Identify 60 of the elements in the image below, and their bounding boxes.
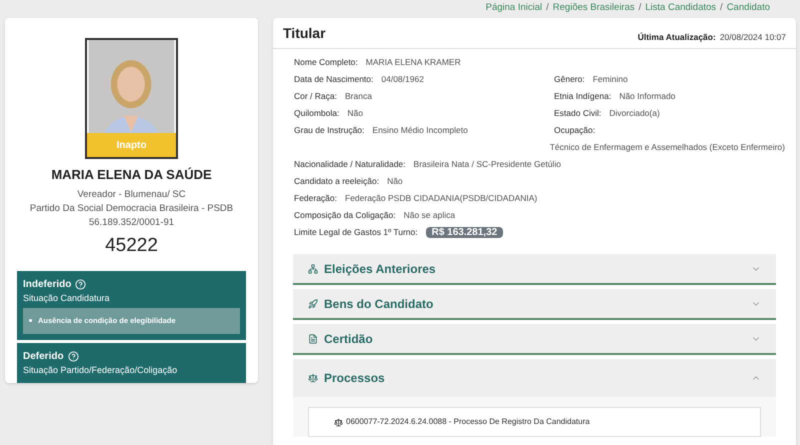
breadcrumb-separator: / <box>546 0 549 15</box>
accordion-header[interactable]: Processos <box>293 359 776 397</box>
field-value: Divorciado(a) <box>609 108 660 119</box>
field-label: Etnia Indígena: <box>554 91 612 102</box>
field-label: Federação: <box>294 193 337 204</box>
amount-badge: R$ 163.281,32 <box>426 227 504 238</box>
field-label: Quilombola: <box>294 108 340 119</box>
candidate-cnpj: 56.189.352/0001-91 <box>88 216 174 230</box>
field-label: Cor / Raça: <box>294 91 337 102</box>
field-value: Não se aplica <box>404 210 456 221</box>
section-icon <box>308 298 318 308</box>
field-label: Limite Legal de Gastos 1º Turno: <box>294 227 418 238</box>
field-label: Data de Nascimento: <box>294 74 374 85</box>
field-label: Candidato a reeleição: <box>294 176 380 187</box>
breadcrumb-separator: / <box>638 0 642 15</box>
help-icon[interactable] <box>75 278 86 290</box>
accordion-header[interactable]: Eleições Anteriores <box>293 254 776 285</box>
situation-title: Deferido <box>23 350 64 364</box>
situation-subtitle: Situação Candidatura <box>23 292 111 305</box>
scale-icon <box>334 418 343 426</box>
updated-value: 20/08/2024 10:07 <box>720 31 786 44</box>
field-label: Estado Civil: <box>554 108 602 119</box>
field-value: Técnico de Enfermagem e Assemelhados (Exceto Enfermeiro) <box>550 142 785 153</box>
field-label: Ocupação: <box>554 125 596 136</box>
candidate-party: Partido Da Social Democracia Brasileira - PSDB <box>30 202 234 216</box>
field-value: Feminino <box>592 74 628 85</box>
breadcrumb-link[interactable]: Candidato <box>726 0 770 16</box>
field-value: Branca <box>345 91 372 102</box>
field-value: Não Informado <box>619 91 676 102</box>
breadcrumb-link[interactable]: Lista Candidatos <box>645 0 716 16</box>
field-label: Composição da Coligação: <box>294 210 396 221</box>
accordion-header[interactable]: Bens do Candidato <box>293 289 776 320</box>
field-label: Gênero: <box>554 74 585 85</box>
field-value: MARIA ELENA KRAMER <box>366 57 461 68</box>
breadcrumb-link[interactable]: Regiões Brasileiras <box>552 0 635 16</box>
field-value: 04/08/1962 <box>381 74 424 85</box>
candidate-role: Vereador - Blumenau/ SC <box>77 188 186 202</box>
field-value: Não <box>387 176 403 187</box>
section-icon <box>308 334 318 344</box>
breadcrumb-separator: / <box>720 0 723 15</box>
section-icon <box>308 264 318 274</box>
situation-title: Indeferido <box>23 278 72 292</box>
breadcrumb-link[interactable]: Página Inicial <box>486 0 542 16</box>
field-value: Não <box>347 108 363 119</box>
field-value: Brasileira Nata / SC-Presidente Getúlio <box>414 159 561 170</box>
candidate-number: 45222 <box>105 234 158 258</box>
accordion-header[interactable]: Certidão <box>293 324 776 355</box>
status-badge: Inapto <box>87 133 176 157</box>
candidate-name: MARIA ELENA DA SAÚDE <box>51 166 212 184</box>
field-value: Ensino Médio Incompleto <box>372 125 468 136</box>
help-icon[interactable] <box>68 350 79 362</box>
field-label: Nacionalidade / Naturalidade: <box>294 159 406 170</box>
field-label: Nome Completo: <box>294 57 358 68</box>
details-title: Titular <box>283 24 326 43</box>
field-value: Federação PSDB CIDADANIA(PSDB/CIDADANIA) <box>345 193 538 204</box>
field-label: Grau de Instrução: <box>294 125 364 136</box>
situation-subtitle: Situação Partido/Federação/Coligação <box>23 364 178 377</box>
updated-label: Última Atualização: <box>638 31 716 44</box>
section-icon <box>308 373 318 383</box>
bullet-icon <box>29 319 32 322</box>
